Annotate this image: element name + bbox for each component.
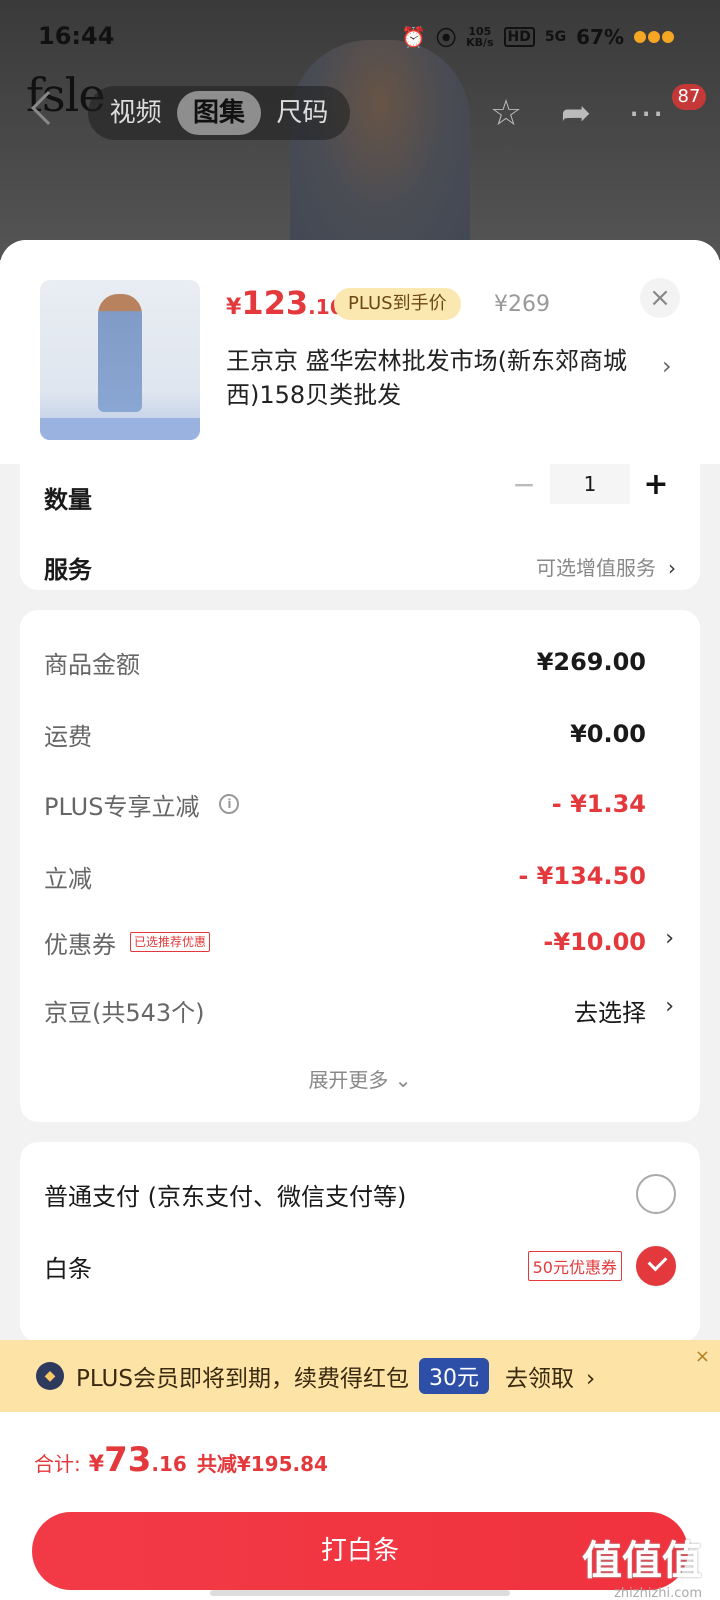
store-address[interactable]: 王京京 盛华宏林批发市场(新东郊商城西)158贝类批发	[226, 344, 646, 412]
plus-price: ¥ 123 .16	[226, 284, 344, 322]
total-integer: 73	[104, 1440, 152, 1480]
plus-renewal-banner[interactable]: ◆ PLUS会员即将到期，续费得红包 30元 去领取 › ×	[0, 1340, 720, 1412]
tab-size[interactable]: 尺码	[261, 91, 344, 135]
plus-price-tag: PLUS到手价	[334, 288, 461, 320]
info-icon[interactable]: i	[219, 794, 240, 814]
goods-amount-row: 商品金额 ¥269.00	[44, 642, 646, 682]
chevron-right-icon[interactable]: ›	[665, 994, 674, 1019]
chevron-right-icon: ›	[585, 1366, 596, 1392]
status-time: 16:44	[38, 22, 115, 50]
hd-icon: HD	[503, 26, 535, 47]
net-speed: 105 KB/s	[466, 26, 493, 48]
decrement-button[interactable]: −	[504, 468, 544, 501]
star-icon[interactable]: ☆	[484, 92, 528, 136]
normal-payment-radio[interactable]	[636, 1174, 676, 1214]
chevron-right-icon[interactable]: ›	[665, 926, 674, 951]
expand-more-button[interactable]: 展开更多 ⌄	[20, 1064, 700, 1093]
plus-discount-label: PLUS专享立减	[44, 792, 200, 821]
payment-option-normal[interactable]: 普通支付 (京东支付、微信支付等)	[44, 1172, 676, 1216]
plus-discount-row: PLUS专享立减 i - ¥1.34	[44, 784, 646, 824]
baitiao-right: 50元优惠券	[527, 1246, 676, 1286]
instant-discount-label: 立减	[44, 864, 92, 893]
share-icon[interactable]: ➦	[554, 92, 598, 136]
quantity-value[interactable]: 1	[550, 464, 630, 504]
increment-button[interactable]: +	[636, 467, 676, 502]
price-summary-card: 商品金额 ¥269.00 运费 ¥0.00 PLUS专享立减 i - ¥1.34…	[20, 610, 700, 1122]
quantity-service-card: 数量 − 1 + 服务 可选增值服务 ›	[20, 464, 700, 590]
price-integer: 123	[241, 284, 309, 322]
plus-discount-value: - ¥1.34	[551, 790, 646, 818]
jd-beans-row[interactable]: 京豆(共543个) 去选择	[44, 990, 646, 1030]
jd-beans-label: 京豆(共543个)	[44, 998, 205, 1027]
watermark-url: zhizhizhi.com	[614, 1586, 702, 1600]
instant-discount-row: 立减 - ¥134.50	[44, 856, 646, 896]
alarm-icon: ⏰	[401, 24, 427, 49]
tab-gallery[interactable]: 图集	[177, 91, 261, 135]
service-value: 可选增值服务	[536, 556, 656, 580]
coupon-row[interactable]: 优惠券 已选推荐优惠 -¥10.00	[44, 922, 646, 962]
thumbnail-banner	[40, 418, 200, 440]
payment-option-baitiao[interactable]: 白条 50元优惠券	[44, 1244, 676, 1288]
net-speed-unit: KB/s	[466, 35, 494, 49]
battery-percent: 67%	[576, 24, 624, 49]
more-icon[interactable]: ⋯	[624, 92, 668, 136]
status-indicators: ⏰ ⦿ 105 KB/s HD 5G 67%	[401, 22, 674, 51]
shipping-row: 运费 ¥0.00	[44, 714, 646, 754]
watermark: 值值值 zhizhizhi.com	[582, 1528, 702, 1600]
chevron-right-icon[interactable]: ›	[662, 352, 672, 380]
total-currency: ¥	[88, 1452, 105, 1477]
recommended-coupon-badge: 已选推荐优惠	[130, 932, 211, 952]
check-icon[interactable]	[636, 1246, 676, 1286]
close-icon[interactable]: ×	[640, 278, 680, 318]
price-currency: ¥	[226, 295, 242, 320]
product-thumbnail[interactable]	[40, 280, 200, 440]
coupon-value: -¥10.00	[543, 928, 646, 956]
quantity-stepper[interactable]: − 1 +	[504, 464, 676, 504]
message-count-badge: 87	[672, 84, 706, 110]
plus-claim-link[interactable]: 去领取 ›	[505, 1359, 595, 1393]
thumbnail-model	[98, 294, 142, 412]
coupon-label-wrap: 优惠券 已选推荐优惠	[44, 925, 211, 960]
status-bar: 16:44 ⏰ ⦿ 105 KB/s HD 5G 67%	[0, 0, 720, 70]
plus-discount-label-wrap: PLUS专享立减 i	[44, 787, 240, 822]
plus-claim-label: 去领取	[504, 1366, 574, 1392]
home-indicator[interactable]	[210, 1590, 510, 1596]
expand-more-label: 展开更多	[308, 1068, 389, 1092]
product-photo	[290, 40, 470, 250]
order-total: 合计: ¥ 73 .16 共减¥195.84	[34, 1440, 328, 1480]
plus-logo-icon: ◆	[36, 1362, 64, 1390]
jd-beans-select[interactable]: 去选择	[574, 993, 646, 1028]
total-saved: 共减¥195.84	[196, 1452, 328, 1476]
goods-amount-label: 商品金额	[44, 650, 140, 679]
baitiao-coupon-badge: 50元优惠券	[527, 1251, 622, 1281]
location-icon: ⦿	[436, 26, 457, 50]
plus-red-packet-amount: 30元	[418, 1358, 489, 1394]
sheet-header: ¥ 123 .16 PLUS到手价 ¥269 × 王京京 盛华宏林批发市场(新东…	[0, 240, 720, 464]
total-label: 合计:	[34, 1452, 81, 1476]
normal-payment-label: 普通支付 (京东支付、微信支付等)	[44, 1182, 407, 1211]
goods-amount-value: ¥269.00	[536, 648, 646, 676]
chevron-right-icon: ›	[668, 556, 676, 580]
coupon-label: 优惠券	[44, 930, 116, 959]
instant-discount-value: - ¥134.50	[518, 862, 646, 890]
plus-banner-text: PLUS会员即将到期，续费得红包	[76, 1366, 409, 1392]
close-icon[interactable]: ×	[695, 1346, 710, 1367]
watermark-logo: 值值值	[582, 1538, 702, 1584]
service-selector[interactable]: 可选增值服务 ›	[536, 552, 676, 581]
original-price: ¥269	[494, 292, 550, 317]
battery-icon	[634, 30, 674, 43]
shipping-value: ¥0.00	[570, 720, 646, 748]
chevron-down-icon: ⌄	[394, 1068, 412, 1092]
shipping-label: 运费	[44, 722, 92, 751]
signal-icon: 5G	[544, 28, 567, 45]
media-tabs: 视频 图集 尺码	[88, 86, 350, 140]
checkout-bar: 合计: ¥ 73 .16 共减¥195.84 打白条 值值值 zhizhizhi…	[0, 1412, 720, 1600]
tab-video[interactable]: 视频	[94, 91, 177, 135]
payment-card: 普通支付 (京东支付、微信支付等) 白条 50元优惠券	[20, 1142, 700, 1342]
total-decimal: .16	[151, 1452, 187, 1476]
baitiao-label: 白条	[44, 1254, 92, 1283]
